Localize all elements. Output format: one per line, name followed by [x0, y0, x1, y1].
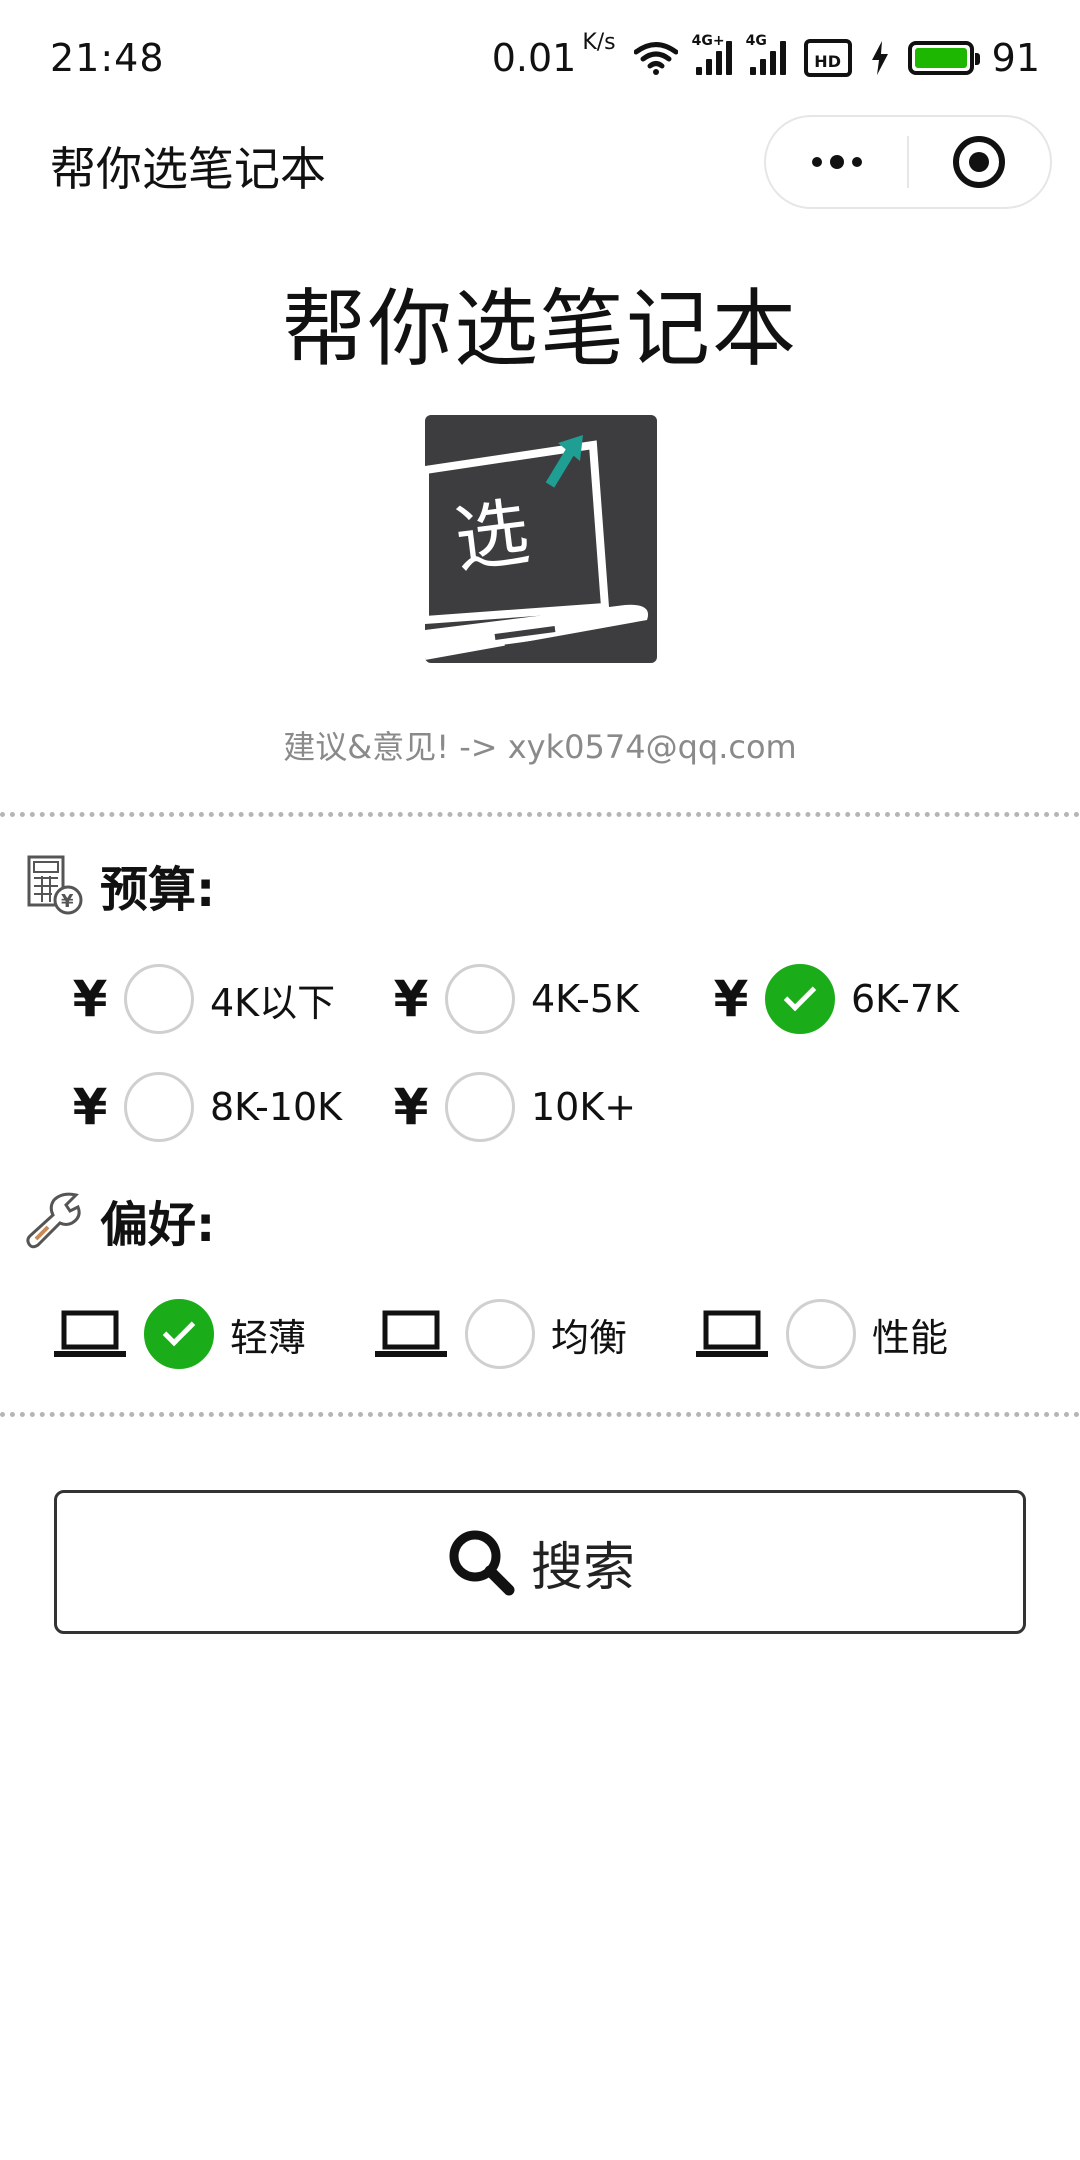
battery-icon [907, 41, 980, 75]
budget-radio[interactable] [445, 964, 515, 1034]
budget-option[interactable]: ¥ 8K-10K [56, 1072, 342, 1142]
status-time: 21:48 [50, 36, 165, 80]
network-speed-unit: K/s [582, 30, 616, 55]
budget-calculator-icon: ¥ [27, 855, 83, 915]
search-icon [449, 1530, 515, 1596]
preference-radio-checked[interactable] [144, 1299, 214, 1369]
budget-radio[interactable] [124, 964, 194, 1034]
nav-title: 帮你选笔记本 [50, 142, 326, 196]
more-button[interactable] [766, 117, 907, 207]
charging-icon [871, 41, 888, 75]
budget-option[interactable]: ¥ 4K以下 [56, 964, 335, 1034]
budget-option-label: 6K-7K [851, 977, 959, 1021]
target-icon [953, 136, 1006, 188]
signal-icon-sim1: 4G+ [692, 33, 732, 75]
checkmark-icon [162, 1313, 196, 1347]
yen-icon: ¥ [72, 1078, 108, 1136]
network-speed-value: 0.01 [491, 36, 577, 80]
budget-radio[interactable] [445, 1072, 515, 1142]
preference-option-label: 均衡 [551, 1315, 628, 1360]
budget-option-label: 4K以下 [210, 980, 336, 1025]
budget-label: 预算: [100, 862, 216, 918]
page-title: 帮你选笔记本 [281, 280, 798, 378]
wifi-icon [633, 42, 678, 75]
budget-option[interactable]: ¥ 6K-7K [697, 964, 959, 1034]
battery-level: 91 [991, 36, 1040, 80]
divider-bottom [0, 1412, 1080, 1417]
laptop-icon [54, 1310, 126, 1357]
svg-text:¥: ¥ [61, 891, 74, 912]
app-logo: 选 [425, 415, 657, 663]
sim2-label: 4G [745, 33, 767, 49]
preference-option[interactable]: 均衡 [375, 1299, 627, 1369]
preference-radio[interactable] [786, 1299, 856, 1369]
search-button-label: 搜索 [530, 1537, 635, 1598]
status-icons: 0.01 K/s 4G+ 4G HD 91 [492, 30, 1040, 86]
preference-label: 偏好: [100, 1197, 216, 1253]
budget-option[interactable]: ¥ 10K+ [377, 1072, 636, 1142]
budget-option-label: 10K+ [531, 1085, 637, 1129]
budget-header: ¥ 预算: [26, 850, 215, 920]
preference-option[interactable]: 性能 [696, 1299, 948, 1369]
preference-option[interactable]: 轻薄 [54, 1299, 306, 1369]
hd-label: HD [814, 52, 841, 71]
search-button[interactable]: 搜索 [54, 1490, 1026, 1634]
budget-option[interactable]: ¥ 4K-5K [377, 964, 639, 1034]
laptop-icon [375, 1310, 447, 1357]
nav-bar: 帮你选笔记本 [0, 115, 1080, 215]
logo-text: 选 [450, 489, 534, 583]
preference-radio[interactable] [465, 1299, 535, 1369]
budget-option-label: 8K-10K [210, 1085, 343, 1129]
hd-call-icon: HD [803, 39, 852, 77]
budget-radio-checked[interactable] [765, 964, 835, 1034]
laptop-icon [696, 1310, 768, 1357]
status-bar: 21:48 0.01 K/s 4G+ 4G HD 91 [0, 0, 1080, 115]
battery-fill [914, 48, 967, 68]
preference-option-label: 轻薄 [230, 1315, 307, 1360]
preference-option-label: 性能 [872, 1315, 949, 1360]
mini-program-capsule [764, 115, 1052, 209]
checkmark-icon [783, 978, 817, 1012]
budget-radio[interactable] [124, 1072, 194, 1142]
yen-icon: ¥ [72, 970, 108, 1028]
close-miniprogram-button[interactable] [909, 117, 1050, 207]
screen: 21:48 0.01 K/s 4G+ 4G HD 91 帮你选笔记本 帮你选笔记… [0, 0, 1080, 2160]
yen-icon: ¥ [393, 970, 429, 1028]
divider-top [0, 812, 1080, 817]
sim1-label: 4G+ [691, 33, 725, 49]
contact-info: 建议&意见! -> xyk0574@qq.com [283, 728, 797, 766]
wrench-icon [26, 1192, 81, 1249]
more-icon [811, 155, 862, 169]
preference-header: 偏好: [26, 1185, 215, 1255]
yen-icon: ¥ [713, 970, 749, 1028]
yen-icon: ¥ [393, 1078, 429, 1136]
budget-option-label: 4K-5K [531, 977, 639, 1021]
signal-icon-sim2: 4G [746, 33, 786, 75]
network-speed: 0.01 K/s [491, 30, 616, 80]
